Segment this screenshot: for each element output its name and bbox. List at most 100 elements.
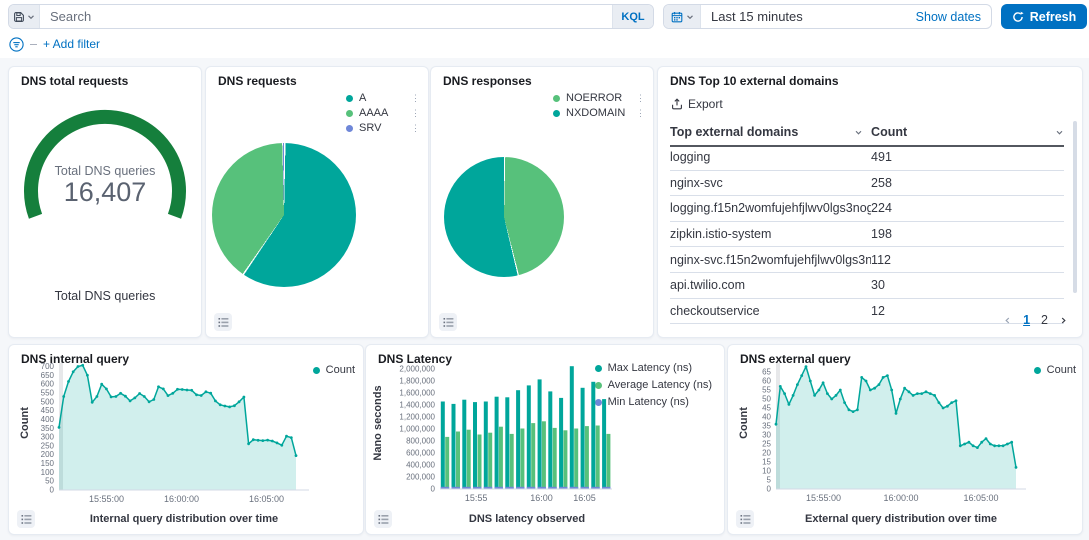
show-dates-button[interactable]: Show dates <box>916 5 991 28</box>
legend-item[interactable]: NOERROR ⋮ <box>553 93 645 104</box>
time-range-value[interactable]: Last 15 minutes <box>701 5 916 28</box>
kibana-dashboard: KQL Last 15 minutes Show dates <box>0 0 1089 540</box>
chevron-down-icon <box>27 13 35 21</box>
svg-text:30: 30 <box>762 431 771 440</box>
column-header-count[interactable]: Count <box>871 125 1064 139</box>
svg-text:600: 600 <box>41 380 55 389</box>
x-axis-title: External query distribution over time <box>728 513 1074 525</box>
legend-item[interactable]: NXDOMAIN ⋮ <box>553 108 645 119</box>
filter-menu-icon[interactable] <box>9 37 24 52</box>
svg-text:650: 650 <box>41 371 55 380</box>
legend-actions-icon[interactable]: ⋮ <box>411 94 420 103</box>
legend-actions-icon[interactable]: ⋮ <box>636 94 645 103</box>
list-icon <box>378 514 389 525</box>
filter-divider <box>30 44 37 45</box>
svg-text:25: 25 <box>762 440 771 449</box>
save-icon <box>13 11 25 23</box>
svg-text:40: 40 <box>762 413 771 422</box>
count-cell: 258 <box>871 176 1064 190</box>
export-label: Export <box>688 97 723 111</box>
domain-cell: logging.f15n2womfujehfjlwv0lgs3nog.... <box>670 201 871 215</box>
svg-text:600,000: 600,000 <box>406 449 435 458</box>
kql-language-button[interactable]: KQL <box>612 5 653 28</box>
legend-item[interactable]: SRV ⋮ <box>346 123 420 134</box>
legend-toggle-button[interactable] <box>214 313 232 331</box>
svg-text:15:55:00: 15:55:00 <box>806 493 841 503</box>
legend-toggle-button[interactable] <box>17 510 35 528</box>
previous-page-icon[interactable] <box>1003 316 1012 325</box>
legend-toggle-button[interactable] <box>736 510 754 528</box>
table-row: nginx-svc.f15n2womfujehfjlwv0lgs3no...11… <box>670 247 1064 273</box>
next-page-icon[interactable] <box>1059 316 1068 325</box>
legend-actions-icon[interactable]: ⋮ <box>411 109 420 118</box>
dns-responses-pie-chart[interactable] <box>444 157 564 277</box>
legend-toggle-button[interactable] <box>374 510 392 528</box>
sort-chevron-icon <box>854 128 863 137</box>
gauge-value: 16,407 <box>9 177 201 208</box>
page-number-2[interactable]: 2 <box>1041 313 1048 327</box>
dns-requests-pie-chart[interactable] <box>212 143 356 287</box>
svg-text:150: 150 <box>41 459 55 468</box>
search-input[interactable] <box>40 5 612 28</box>
svg-text:1,600,000: 1,600,000 <box>399 389 435 398</box>
legend-toggle-button[interactable] <box>439 313 457 331</box>
svg-text:16:00: 16:00 <box>530 493 553 503</box>
panel-dns-requests: DNS requests A⋮AAAA⋮SRV⋮ <box>205 66 429 338</box>
svg-text:60: 60 <box>762 377 771 386</box>
svg-text:800,000: 800,000 <box>406 437 435 446</box>
export-button[interactable]: Export <box>671 97 723 111</box>
panel-dns-latency: DNS Latency Max Latency (ns)Average Late… <box>365 344 725 535</box>
legend-label: NXDOMAIN <box>566 108 625 119</box>
legend-actions-icon[interactable]: ⋮ <box>411 124 420 133</box>
page-number-1[interactable]: 1 <box>1023 313 1030 327</box>
refresh-button[interactable]: Refresh <box>1001 4 1087 29</box>
internal-query-area-chart[interactable]: 0501001502002503003504004505005506006507… <box>9 345 363 534</box>
legend-label: AAAA <box>359 108 388 119</box>
svg-text:200,000: 200,000 <box>406 473 435 482</box>
date-quick-select-button[interactable] <box>664 5 701 28</box>
svg-text:400,000: 400,000 <box>406 461 435 470</box>
search-box: KQL <box>8 4 654 29</box>
date-picker: Last 15 minutes Show dates <box>663 4 992 29</box>
legend-item[interactable]: A⋮ <box>346 93 420 104</box>
list-icon <box>443 317 454 328</box>
table-pagination: 12 <box>1003 313 1068 327</box>
legend-item[interactable]: AAAA ⋮ <box>346 108 420 119</box>
svg-text:16:00:00: 16:00:00 <box>164 494 199 504</box>
svg-text:16:05:00: 16:05:00 <box>963 493 998 503</box>
latency-bar-chart[interactable]: 0200,000400,000600,000800,0001,000,0001,… <box>366 345 724 534</box>
refresh-icon <box>1012 11 1024 23</box>
legend-label: SRV <box>359 123 381 134</box>
external-query-area-chart[interactable]: 0510152025303540455055606515:55:0016:00:… <box>728 345 1082 534</box>
gauge-label: Total DNS queries <box>9 164 201 178</box>
svg-text:35: 35 <box>762 422 771 431</box>
export-icon <box>671 98 683 110</box>
domain-cell: nginx-svc.f15n2womfujehfjlwv0lgs3no... <box>670 253 871 267</box>
calendar-icon <box>671 11 683 23</box>
add-filter-button[interactable]: + Add filter <box>43 37 100 51</box>
filter-bar: + Add filter <box>9 36 100 52</box>
count-cell: 224 <box>871 201 1064 215</box>
legend-color-dot <box>346 110 353 117</box>
table-scrollbar[interactable] <box>1073 121 1077 293</box>
panel-dns-external-query: DNS external query Count Count 051015202… <box>727 344 1083 535</box>
svg-text:300: 300 <box>41 433 55 442</box>
svg-text:65: 65 <box>762 368 771 377</box>
list-icon <box>21 514 32 525</box>
saved-query-menu-button[interactable] <box>9 5 40 28</box>
svg-text:350: 350 <box>41 424 55 433</box>
svg-text:450: 450 <box>41 406 55 415</box>
legend-label: NOERROR <box>566 93 622 104</box>
svg-text:0: 0 <box>50 486 55 495</box>
panel-title: DNS Top 10 external domains <box>670 74 839 88</box>
list-icon <box>218 317 229 328</box>
x-axis-title: Internal query distribution over time <box>9 513 359 525</box>
table-body: logging491 nginx-svc258logging.f15n2womfu… <box>670 145 1064 324</box>
column-header-domains[interactable]: Top external domains <box>670 125 871 139</box>
svg-text:400: 400 <box>41 415 55 424</box>
count-cell: 491 <box>871 150 1064 164</box>
panel-title: DNS responses <box>443 74 532 88</box>
table-row: logging491 <box>670 145 1064 171</box>
legend-actions-icon[interactable]: ⋮ <box>636 109 645 118</box>
domain-cell: nginx-svc <box>670 176 871 190</box>
